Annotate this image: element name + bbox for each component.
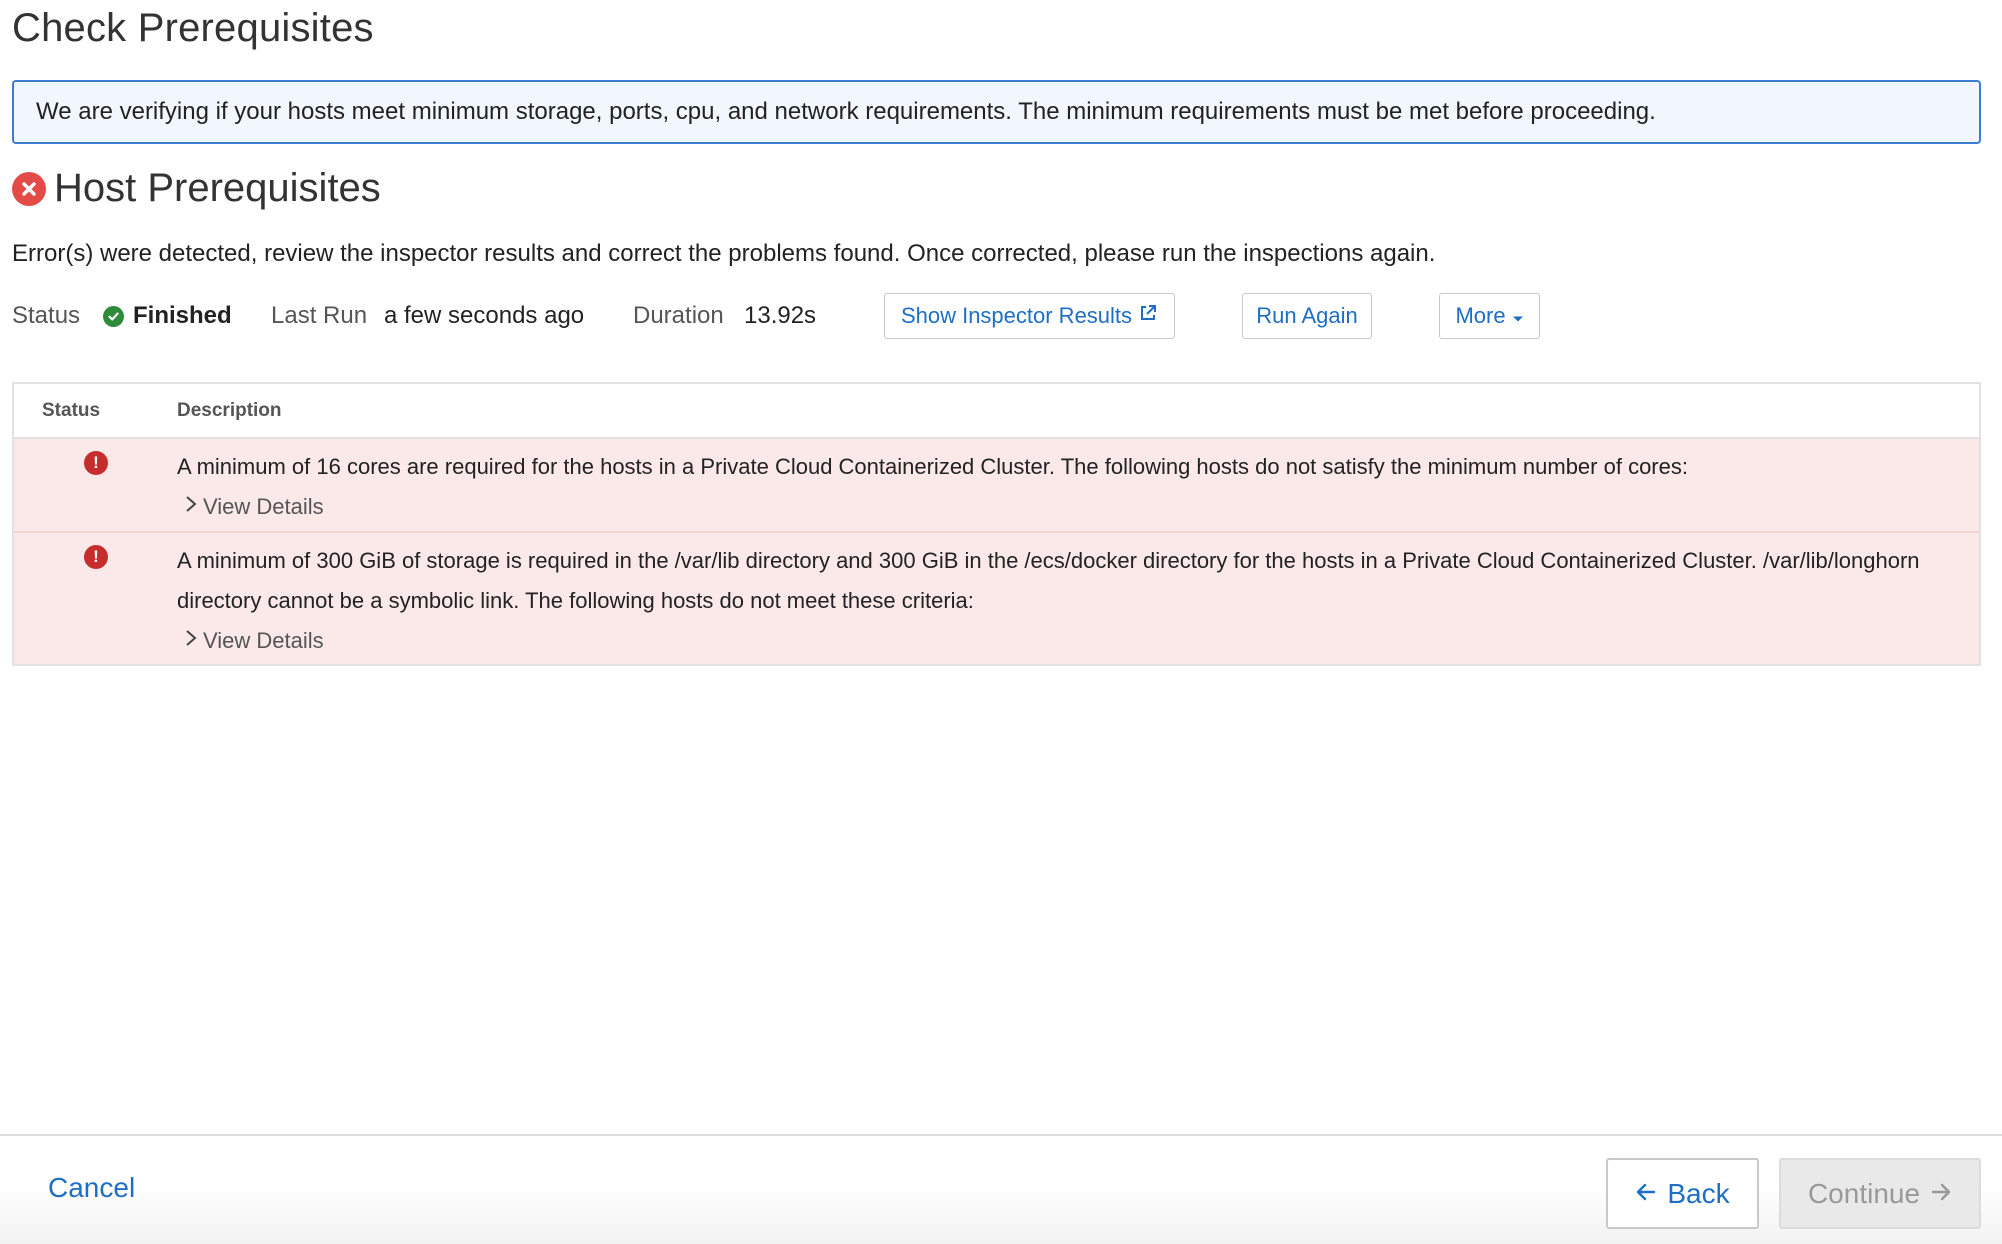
last-run-label: Last Run [271,302,368,329]
status-value: Finished [133,302,232,329]
duration-value: 13.92s [744,302,817,329]
arrow-left-icon [1635,1178,1657,1210]
run-again-button[interactable]: Run Again [1242,293,1372,339]
back-label: Back [1667,1177,1730,1209]
table-row: ! A minimum of 16 cores are required for… [14,439,1979,533]
row-description-block: A minimum of 16 cores are required for t… [177,447,1967,527]
row-description-block: A minimum of 300 GiB of storage is requi… [177,541,1967,661]
show-inspector-results-button[interactable]: Show Inspector Results [884,293,1175,339]
row-description: A minimum of 300 GiB of storage is requi… [177,548,1920,613]
more-dropdown-button[interactable]: More [1439,293,1540,339]
view-details-label: View Details [203,494,324,519]
error-exclamation-icon: ! [84,451,108,475]
run-again-label: Run Again [1256,303,1358,328]
chevron-right-icon [185,621,197,661]
check-prerequisites-page: Check Prerequisites We are verifying if … [0,0,2002,1244]
external-link-icon [1138,303,1158,329]
status-label: Status [12,302,81,329]
arrow-right-icon [1930,1178,1952,1210]
table-row: ! A minimum of 300 GiB of storage is req… [14,533,1979,664]
results-table: Status Description ! A minimum of 16 cor… [12,382,1981,666]
view-details-label: View Details [203,628,324,653]
chevron-right-icon [185,487,197,527]
status-value-group: Finished [103,293,232,339]
show-inspector-results-label: Show Inspector Results [900,303,1133,328]
row-description: A minimum of 16 cores are required for t… [177,454,1688,479]
error-circle-icon [12,171,46,206]
cancel-link[interactable]: Cancel [48,1172,135,1204]
back-button[interactable]: Back [1606,1158,1759,1229]
last-run-value: a few seconds ago [384,302,585,329]
continue-button[interactable]: Continue [1779,1158,1981,1229]
info-message-box: We are verifying if your hosts meet mini… [12,80,1981,144]
error-message: Error(s) were detected, review the inspe… [12,240,1436,267]
column-header-status: Status [42,400,101,421]
page-title: Check Prerequisites [12,6,374,50]
host-prerequisites-title: Host Prerequisites [54,166,381,210]
host-prerequisites-header: Host Prerequisites [12,166,381,211]
view-details-toggle[interactable]: View Details [185,487,1967,527]
continue-label: Continue [1807,1177,1921,1209]
error-exclamation-icon: ! [84,545,108,569]
wizard-footer: Cancel Back Continue [0,1134,2002,1244]
column-header-description: Description [177,400,282,421]
duration-label: Duration [633,302,724,329]
table-header: Status Description [14,384,1979,439]
info-message: We are verifying if your hosts meet mini… [36,98,1656,125]
caret-down-icon [1512,303,1524,329]
view-details-toggle[interactable]: View Details [185,621,1967,661]
more-label: More [1455,303,1506,328]
status-bar: Status Finished Last Run a few seconds a… [12,293,1572,339]
check-circle-icon [103,305,124,327]
